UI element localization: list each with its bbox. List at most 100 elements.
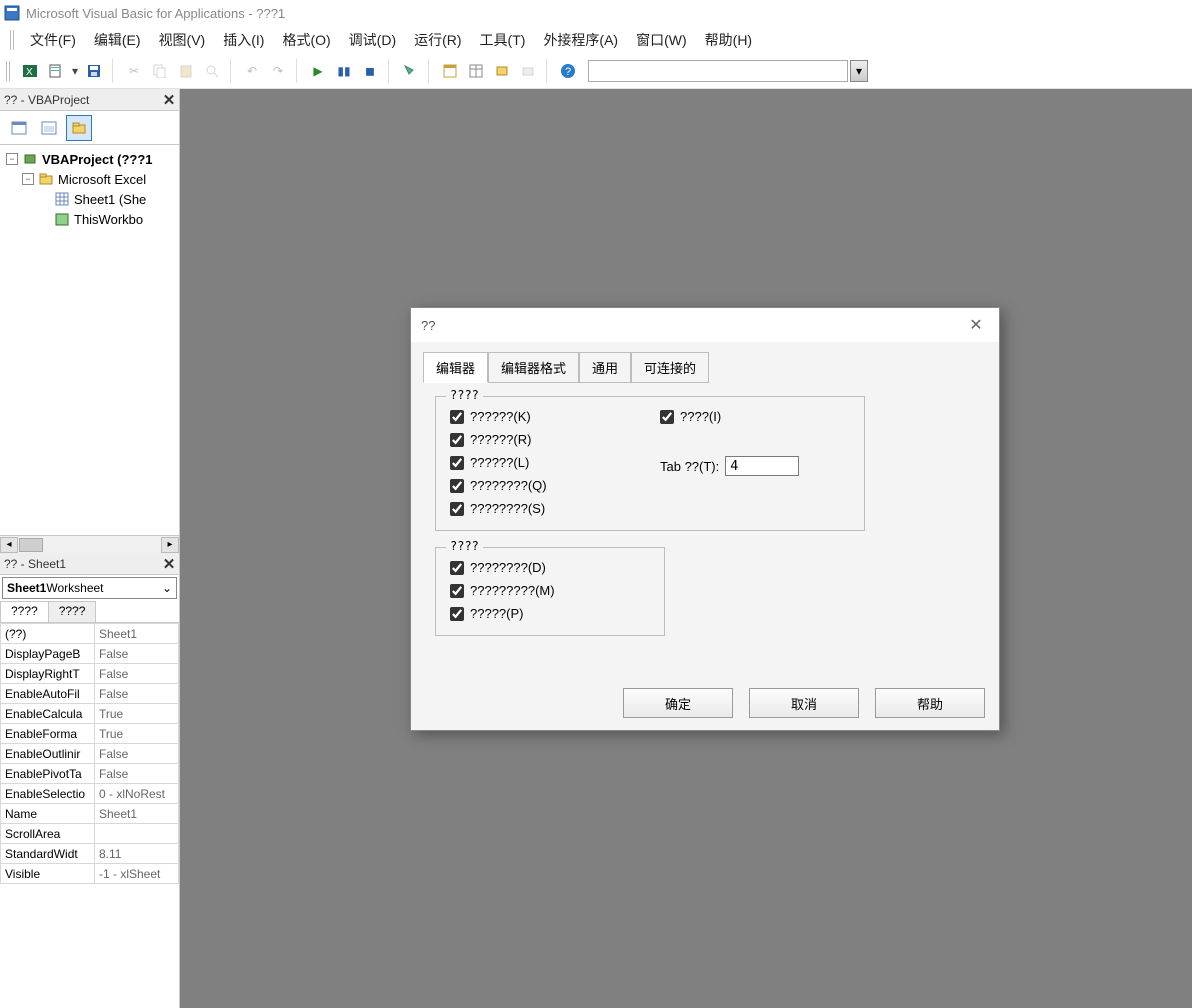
prop-row: EnableFormaTrue xyxy=(1,724,179,744)
tree-root[interactable]: − VBAProject (???1 xyxy=(2,149,177,169)
window-titlebar: Microsoft Visual Basic for Applications … xyxy=(0,0,1192,26)
scroll-left-icon[interactable]: ◂ xyxy=(0,537,18,553)
copy-icon[interactable] xyxy=(148,59,172,83)
find-icon[interactable] xyxy=(200,59,224,83)
run-icon[interactable]: ▶ xyxy=(306,59,330,83)
properties-pane-close-icon[interactable]: ✕ xyxy=(159,554,179,574)
dropdown-icon[interactable]: ▾ xyxy=(70,59,80,83)
undo-icon[interactable]: ↶ xyxy=(240,59,264,83)
view-object-icon[interactable] xyxy=(36,115,62,141)
tab-editor[interactable]: 编辑器 xyxy=(423,352,488,383)
prop-row: EnablePivotTaFalse xyxy=(1,764,179,784)
group2-legend: ???? xyxy=(446,539,483,553)
properties-grid[interactable]: (??)Sheet1 DisplayPageBFalse DisplayRigh… xyxy=(0,623,179,884)
dialog-tabs: 编辑器 编辑器格式 通用 可连接的 xyxy=(423,352,987,383)
tree-excel-folder[interactable]: − Microsoft Excel xyxy=(2,169,177,189)
project-hscroll[interactable]: ◂ ▸ xyxy=(0,535,179,553)
menu-tools[interactable]: 工具(T) xyxy=(472,28,534,52)
ck-auto-list: ??????(L) xyxy=(450,455,660,470)
menu-view[interactable]: 视图(V) xyxy=(151,28,214,52)
view-code-icon[interactable] xyxy=(6,115,32,141)
dialog-titlebar[interactable]: ?? ✕ xyxy=(411,308,999,342)
toolbar-grip[interactable] xyxy=(6,61,12,81)
tab-width-input[interactable] xyxy=(725,456,799,476)
tab-docking[interactable]: 可连接的 xyxy=(631,352,709,383)
insert-module-icon[interactable] xyxy=(44,59,68,83)
toolbox-icon[interactable] xyxy=(516,59,540,83)
window-settings-group: ???? ????????(D) ?????????(M) ?????(P) xyxy=(435,547,665,636)
project-tree[interactable]: − VBAProject (???1 − Microsoft Excel She… xyxy=(0,145,179,535)
menu-edit[interactable]: 编辑(E) xyxy=(86,28,149,52)
menu-debug[interactable]: 调试(D) xyxy=(341,28,404,52)
tab-general[interactable]: 通用 xyxy=(579,352,631,383)
project-pane-title: ?? - VBAProject xyxy=(4,93,89,107)
tree-sheet1-label: Sheet1 (She xyxy=(74,192,146,207)
ck-proc-separator: ?????(P) xyxy=(450,606,650,621)
scroll-thumb[interactable] xyxy=(19,538,43,552)
project-pane-header: ?? - VBAProject ✕ xyxy=(0,89,179,111)
tree-thisworkbook[interactable]: ThisWorkbo xyxy=(2,209,177,229)
help-icon[interactable]: ? xyxy=(556,59,580,83)
window-title: Microsoft Visual Basic for Applications … xyxy=(26,6,285,21)
help-button[interactable]: 帮助 xyxy=(875,688,985,718)
tab-editor-format[interactable]: 编辑器格式 xyxy=(488,352,579,383)
toggle-folders-icon[interactable] xyxy=(66,115,92,141)
design-mode-icon[interactable] xyxy=(398,59,422,83)
excel-icon[interactable]: X xyxy=(18,59,42,83)
project-pane-close-icon[interactable]: ✕ xyxy=(159,90,179,110)
properties-pane: ?? - Sheet1 ✕ Sheet1 Worksheet ⌄ ???? ??… xyxy=(0,553,179,884)
tree-root-label: VBAProject (???1 xyxy=(42,152,153,167)
prop-row: (??)Sheet1 xyxy=(1,624,179,644)
menu-help[interactable]: 帮助(H) xyxy=(697,28,760,52)
procedure-combo-button[interactable]: ▾ xyxy=(850,60,868,82)
save-icon[interactable] xyxy=(82,59,106,83)
dialog-close-icon[interactable]: ✕ xyxy=(963,315,989,335)
cut-icon[interactable]: ✂ xyxy=(122,59,146,83)
prop-row: StandardWidt8.11 xyxy=(1,844,179,864)
prop-row: EnableSelectio0 - xlNoRest xyxy=(1,784,179,804)
tab-width-field: Tab ??(T): xyxy=(660,456,799,476)
tree-twb-label: ThisWorkbo xyxy=(74,212,143,227)
collapse-icon[interactable]: − xyxy=(6,153,18,165)
dialog-button-row: 确定 取消 帮助 xyxy=(411,684,999,730)
cancel-button[interactable]: 取消 xyxy=(749,688,859,718)
properties-tab-alphabetic[interactable]: ???? xyxy=(0,601,49,622)
pause-icon[interactable]: ▮▮ xyxy=(332,59,356,83)
group1-legend: ???? xyxy=(446,388,483,402)
procedure-combo[interactable] xyxy=(588,60,848,82)
prop-row: EnableCalculaTrue xyxy=(1,704,179,724)
object-selector[interactable]: Sheet1 Worksheet ⌄ xyxy=(2,577,177,599)
toolbar: X ▾ ✂ ↶ ↷ ▶ ▮▮ ◼ ? ▾ xyxy=(0,54,1192,89)
properties-pane-header: ?? - Sheet1 ✕ xyxy=(0,553,179,575)
dialog-title: ?? xyxy=(421,318,435,333)
ok-button[interactable]: 确定 xyxy=(623,688,733,718)
menu-run[interactable]: 运行(R) xyxy=(406,28,469,52)
prop-row: ScrollArea xyxy=(1,824,179,844)
object-browser-icon[interactable] xyxy=(490,59,514,83)
scroll-right-icon[interactable]: ▸ xyxy=(161,537,179,553)
project-icon xyxy=(22,151,38,167)
menu-window[interactable]: 窗口(W) xyxy=(628,28,695,52)
menu-file[interactable]: 文件(F) xyxy=(22,28,84,52)
project-explorer-icon[interactable] xyxy=(438,59,462,83)
prop-row: EnableOutlinirFalse xyxy=(1,744,179,764)
collapse-icon[interactable]: − xyxy=(22,173,34,185)
paste-icon[interactable] xyxy=(174,59,198,83)
tab-width-label: Tab ??(T): xyxy=(660,459,719,474)
menubar-grip[interactable] xyxy=(10,30,16,50)
properties-tab-categorized[interactable]: ???? xyxy=(48,601,97,622)
ck-auto-indent: ????(I) xyxy=(660,409,799,424)
tree-sheet1[interactable]: Sheet1 (She xyxy=(2,189,177,209)
svg-text:?: ? xyxy=(565,66,571,78)
tree-excel-label: Microsoft Excel xyxy=(58,172,146,187)
menu-insert[interactable]: 插入(I) xyxy=(215,28,272,52)
menu-addins[interactable]: 外接程序(A) xyxy=(535,28,626,52)
menubar: 文件(F) 编辑(E) 视图(V) 插入(I) 格式(O) 调试(D) 运行(R… xyxy=(0,26,1192,54)
object-selector-name: Sheet1 xyxy=(3,581,46,595)
properties-window-icon[interactable] xyxy=(464,59,488,83)
redo-icon[interactable]: ↷ xyxy=(266,59,290,83)
stop-icon[interactable]: ◼ xyxy=(358,59,382,83)
menu-format[interactable]: 格式(O) xyxy=(274,28,338,52)
svg-text:X: X xyxy=(26,67,33,78)
chevron-down-icon[interactable]: ⌄ xyxy=(158,581,176,595)
